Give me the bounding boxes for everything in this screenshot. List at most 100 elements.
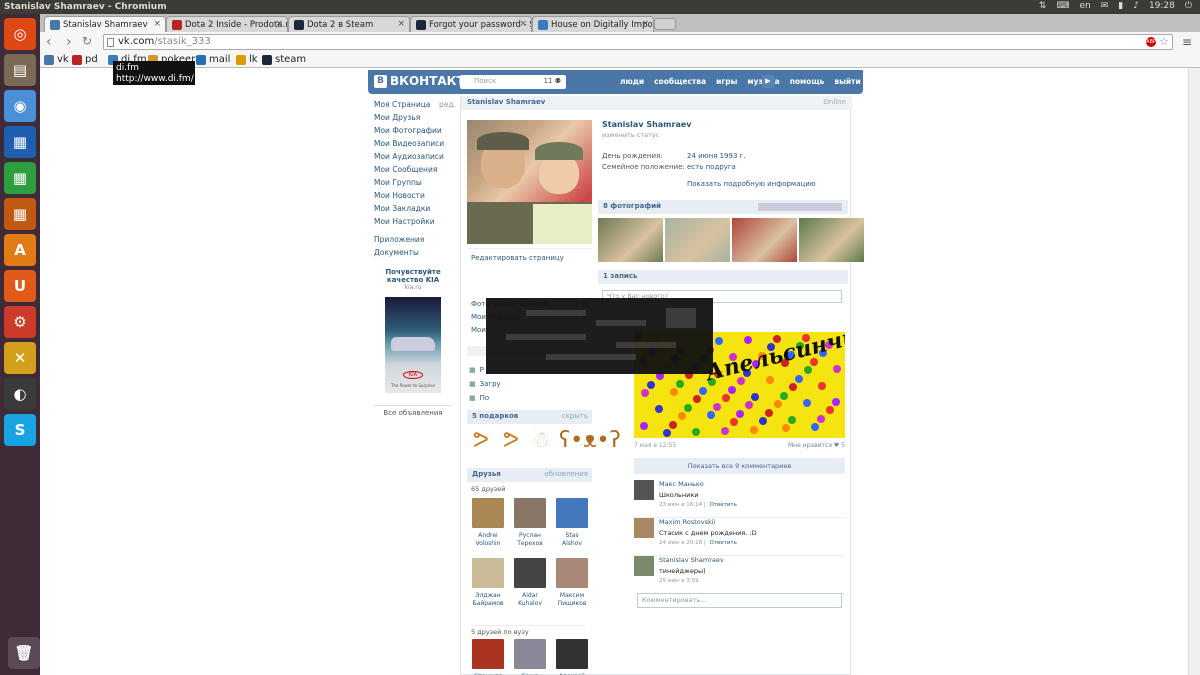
profile-link[interactable]: Мои	[471, 326, 486, 334]
friend-card[interactable]: Элджан Байрамов	[471, 558, 505, 608]
vk-logo[interactable]: B ВКОНТАКТЕ	[374, 74, 473, 88]
comment-avatar[interactable]	[634, 518, 654, 538]
friend-first-name[interactable]: Руслан	[513, 532, 547, 540]
friend-avatar[interactable]	[472, 639, 504, 669]
power-icon[interactable]: ⏻	[1185, 1, 1192, 11]
friend-last-name[interactable]: Voloshin	[471, 540, 505, 548]
bookmark-item[interactable]: mail	[196, 54, 230, 65]
writer-icon[interactable]: ▦	[4, 126, 36, 158]
gifts-hide[interactable]: скрыть	[562, 412, 588, 420]
friend-last-name[interactable]: Байрамов	[471, 600, 505, 608]
nav-5[interactable]: выйти	[834, 77, 860, 86]
comment-input[interactable]: Комментировать...	[637, 593, 842, 608]
xchat-icon[interactable]: ✕	[4, 342, 36, 374]
friend-first-name[interactable]: Andrei	[471, 532, 505, 540]
friend-card[interactable]: Максим Пищиков	[555, 558, 589, 608]
left-menu-item[interactable]: Мои Группы	[374, 178, 456, 191]
comment-date-text[interactable]: 23 июн в 16:14	[659, 502, 702, 508]
friend-avatar[interactable]	[514, 639, 546, 669]
keyboard-icon[interactable]: ⌨	[1056, 1, 1069, 11]
friend-card[interactable]: Andrei Voloshin	[471, 498, 505, 548]
system-settings-icon[interactable]: ⚙	[4, 306, 36, 338]
photos-header[interactable]: 8 фотографий	[598, 200, 848, 214]
ad-image[interactable]: KIA The Power to Surprise	[385, 297, 441, 393]
browser-tab[interactable]: Forgot your password - St ×	[410, 16, 532, 32]
bookmark-star-icon[interactable]: ☆	[1159, 35, 1169, 48]
friend-last-name[interactable]: Alshov	[555, 540, 589, 548]
friend-last-name[interactable]: Kuhalov	[513, 600, 547, 608]
friend-card[interactable]: Руслан Терехов	[513, 498, 547, 548]
birthday-value[interactable]: 24 июня 1993 г.	[687, 152, 746, 160]
left-menu-extra-item[interactable]: Приложения	[374, 235, 456, 248]
uni-friends-header[interactable]: 5 друзей по вузу	[471, 625, 586, 636]
system-tray[interactable]: ⇅ ⌨ en ✉ ▮ ♪ 19:28 ⏻	[1039, 1, 1192, 11]
status-edit[interactable]: изменить статус	[602, 131, 659, 139]
left-menu-item[interactable]: Мои Закладки	[374, 204, 456, 217]
comment-author[interactable]: Stanislav Shamraev	[659, 556, 724, 564]
nav-0[interactable]: люди	[620, 77, 644, 86]
photo-thumb[interactable]	[598, 218, 663, 262]
browser-tab[interactable]: Stanislav Shamraev ×	[44, 16, 166, 32]
bookmark-item[interactable]: vk	[44, 54, 69, 65]
trash-icon[interactable]: 🗑	[8, 637, 40, 669]
family-value[interactable]: есть подруга	[687, 163, 736, 171]
forward-icon[interactable]: ›	[66, 34, 72, 50]
nav-2[interactable]: игры	[716, 77, 737, 86]
friend-card[interactable]: Stas Alshov	[555, 498, 589, 548]
page-scrollbar[interactable]	[1188, 68, 1200, 675]
friends-header[interactable]: Друзья обновления	[467, 468, 592, 482]
show-all-comments[interactable]: Показать все 9 комментариев	[634, 458, 845, 474]
like-button[interactable]: Мне нравится ♥ 5	[788, 442, 845, 449]
address-bar[interactable]: vk.com/stasik_333 ABP ☆	[103, 34, 1173, 50]
steam-icon[interactable]: ◐	[4, 378, 36, 410]
uni-friend-card[interactable]: Стешуля	[471, 639, 505, 675]
ribbon-gift-icon[interactable]: ᕗ	[499, 428, 523, 454]
cat-gift-icon[interactable]: ☃	[529, 428, 553, 454]
comment-date-text[interactable]: 25 июн в 3:59	[659, 578, 699, 584]
photos-album-links[interactable]	[758, 203, 842, 211]
friend-avatar[interactable]	[472, 498, 504, 528]
close-icon[interactable]: ×	[153, 19, 161, 29]
close-icon[interactable]: ×	[641, 19, 649, 29]
friend-avatar[interactable]	[556, 639, 588, 669]
friend-last-name[interactable]: Пищиков	[555, 600, 589, 608]
nav-4[interactable]: помощь	[790, 77, 825, 86]
reload-icon[interactable]: ↻	[82, 34, 92, 48]
comment-author[interactable]: Макс Манько	[659, 480, 704, 488]
left-menu-item[interactable]: Мои Новости	[374, 191, 456, 204]
search-input[interactable]: Поиск 11 ⚉	[460, 75, 566, 89]
chromium-icon[interactable]: ◉	[4, 90, 36, 122]
browser-tab[interactable]: House on Digitally Import ×	[532, 16, 654, 32]
impress-icon[interactable]: ▦	[4, 198, 36, 230]
back-icon[interactable]: ‹	[46, 34, 52, 50]
nav-1[interactable]: сообщества	[654, 77, 706, 86]
left-menu-item[interactable]: Мои Видеозаписи	[374, 139, 456, 152]
bookmark-item[interactable]: lk	[236, 54, 258, 65]
files-icon[interactable]: ▤	[4, 54, 36, 86]
bookmark-item[interactable]: pd	[72, 54, 98, 65]
friends-count[interactable]: 65 друзей	[471, 485, 505, 493]
ad-title[interactable]: Почувствуйте качество KIA	[374, 268, 452, 284]
photo-thumb[interactable]	[799, 218, 864, 262]
close-icon[interactable]: ×	[397, 19, 405, 29]
profile-photo[interactable]	[467, 120, 592, 244]
bear-gift-icon[interactable]: ʕ•ᴥ•ʔ	[559, 428, 621, 454]
mail-icon[interactable]: ✉	[1101, 1, 1109, 11]
friends-updates[interactable]: обновления	[544, 470, 588, 478]
volume-icon[interactable]: ♪	[1133, 1, 1139, 11]
keyboard-layout[interactable]: en	[1079, 1, 1090, 11]
friend-first-name[interactable]: Элджан	[471, 592, 505, 600]
clock[interactable]: 19:28	[1149, 1, 1175, 11]
friend-first-name[interactable]: Максим	[555, 592, 589, 600]
friend-first-name[interactable]: Aidar	[513, 592, 547, 600]
friend-avatar[interactable]	[556, 558, 588, 588]
post-date[interactable]: 7 мая в 12:55	[634, 442, 676, 449]
friend-avatar[interactable]	[556, 498, 588, 528]
calc-icon[interactable]: ▦	[4, 162, 36, 194]
comment-avatar[interactable]	[634, 480, 654, 500]
battery-icon[interactable]: ▮	[1118, 1, 1123, 11]
new-tab-button[interactable]	[654, 18, 676, 30]
friend-avatar[interactable]	[514, 498, 546, 528]
edit-page-link[interactable]: Редактировать страницу	[467, 248, 592, 262]
menu-icon[interactable]: ≡	[1182, 35, 1192, 49]
